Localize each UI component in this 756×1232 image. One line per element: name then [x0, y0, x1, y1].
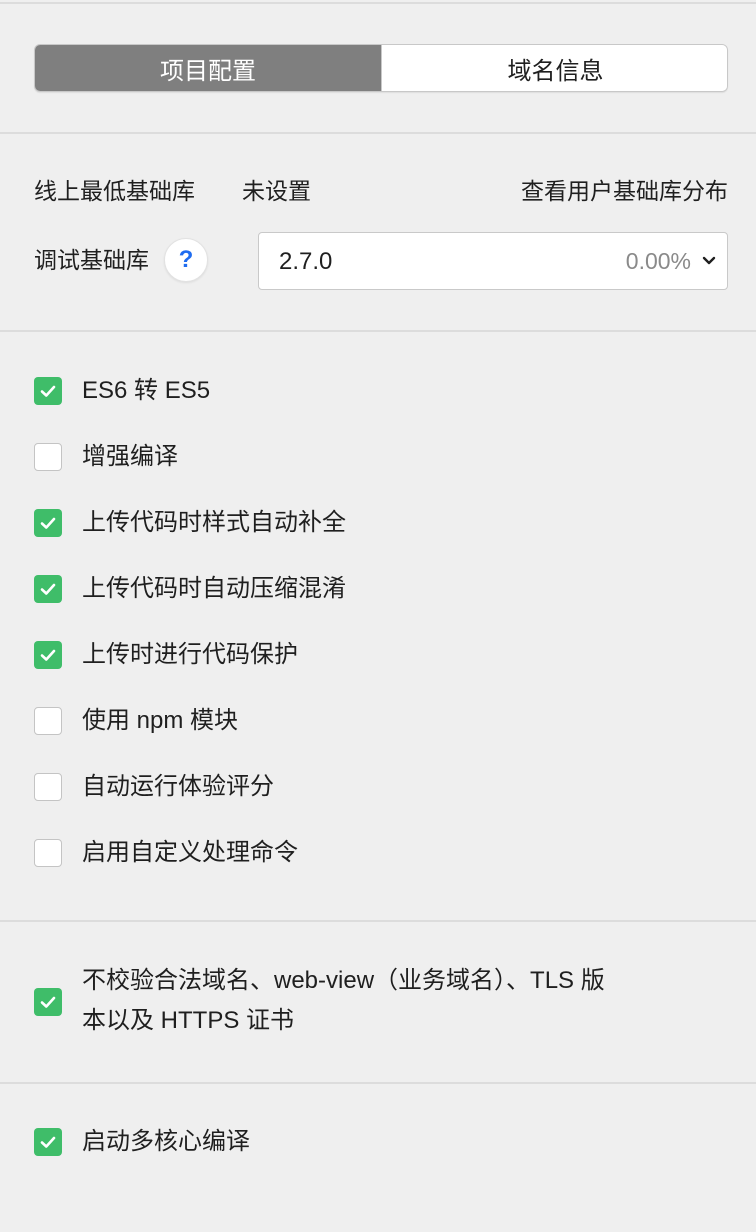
option-row[interactable]: 自动运行体验评分: [34, 767, 274, 807]
checkbox-unchecked[interactable]: [34, 707, 62, 735]
checkbox-unchecked[interactable]: [34, 773, 62, 801]
multicore-compile-checkbox[interactable]: [34, 1128, 62, 1156]
checkbox-unchecked[interactable]: [34, 443, 62, 471]
checkbox-checked[interactable]: [34, 509, 62, 537]
option-row[interactable]: ES6 转 ES5: [34, 371, 210, 411]
chevron-down-icon: [702, 256, 716, 265]
debug-lib-label: 调试基础库: [34, 247, 149, 273]
option-row[interactable]: 启用自定义处理命令: [34, 833, 298, 873]
option-label: ES6 转 ES5: [82, 377, 211, 404]
checkmark-icon: [40, 517, 56, 529]
selected-version: 2.7.0: [279, 248, 333, 275]
checkmark-icon: [40, 649, 56, 661]
view-distribution-link[interactable]: 查看用户基础库分布: [521, 176, 728, 206]
segmented-tabs: 项目配置 域名信息: [34, 44, 728, 92]
checkbox-checked[interactable]: [34, 377, 62, 405]
lib-version-select[interactable]: 2.7.0 0.00%: [258, 232, 728, 290]
question-icon: ?: [178, 246, 194, 273]
option-row[interactable]: 使用 npm 模块: [34, 701, 238, 741]
multicore-compile-option[interactable]: 启动多核心编译: [34, 1122, 250, 1162]
option-label: 自动运行体验评分: [82, 773, 274, 800]
option-label: 启用自定义处理命令: [82, 839, 298, 866]
option-label: 上传代码时样式自动补全: [82, 509, 346, 536]
checkmark-icon: [40, 583, 56, 595]
option-label: 上传时进行代码保护: [82, 641, 298, 668]
option-row[interactable]: 上传时进行代码保护: [34, 635, 298, 675]
checkbox-checked[interactable]: [34, 641, 62, 669]
option-row[interactable]: 上传代码时自动压缩混淆: [34, 569, 346, 609]
skip-domain-check-checkbox[interactable]: [34, 988, 62, 1016]
skip-domain-check-label: 不校验合法域名、web-view（业务域名）、TLS 版 本以及 HTTPS 证…: [82, 961, 605, 1041]
option-row[interactable]: 上传代码时样式自动补全: [34, 503, 346, 543]
checkbox-checked[interactable]: [34, 575, 62, 603]
tab-domain-info[interactable]: 域名信息: [381, 45, 727, 91]
checkbox-unchecked[interactable]: [34, 839, 62, 867]
section-divider: [0, 330, 756, 332]
section-divider: [0, 1082, 756, 1084]
checkmark-icon: [40, 996, 56, 1008]
section-divider: [0, 132, 756, 134]
tab-project-config[interactable]: 项目配置: [35, 45, 381, 91]
top-divider: [0, 2, 756, 4]
multicore-compile-label: 启动多核心编译: [82, 1128, 250, 1155]
skip-domain-check-line2: 本以及 HTTPS 证书: [82, 1007, 295, 1034]
help-button[interactable]: ?: [164, 238, 208, 282]
checkmark-icon: [40, 385, 56, 397]
selected-percent: 0.00%: [625, 248, 691, 274]
skip-domain-check-line1: 不校验合法域名、web-view（业务域名）、TLS 版: [82, 967, 605, 994]
option-row[interactable]: 增强编译: [34, 437, 178, 477]
section-divider: [0, 920, 756, 922]
skip-domain-check-option[interactable]: 不校验合法域名、web-view（业务域名）、TLS 版 本以及 HTTPS 证…: [34, 961, 605, 1041]
online-min-lib-value: 未设置: [242, 178, 311, 204]
option-label: 上传代码时自动压缩混淆: [82, 575, 346, 602]
option-label: 使用 npm 模块: [82, 707, 239, 734]
option-label: 增强编译: [82, 443, 178, 470]
online-min-lib-label: 线上最低基础库: [34, 178, 195, 204]
checkmark-icon: [40, 1136, 56, 1148]
